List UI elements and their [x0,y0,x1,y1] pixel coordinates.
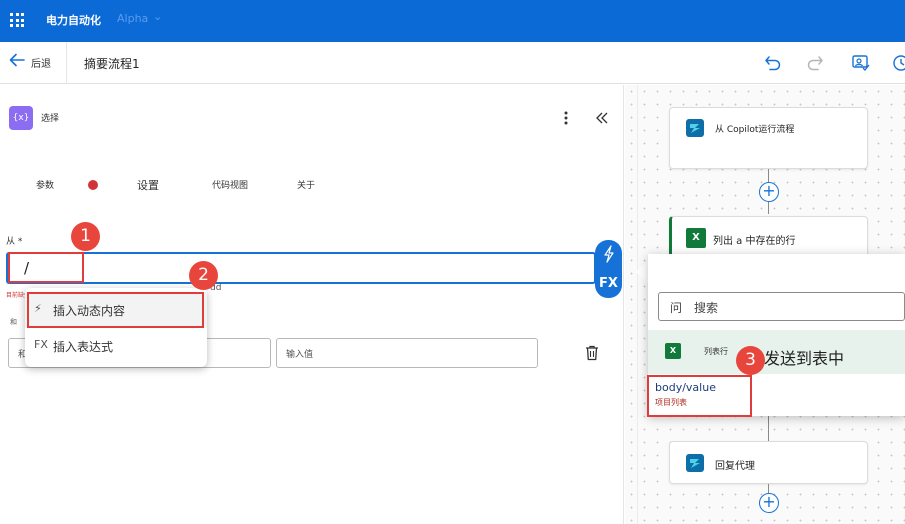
app-title: 电力自动化 [46,14,101,27]
group-label: 列表行 [704,347,728,356]
tab-parameters[interactable]: 参数 [36,178,54,191]
tab-code-view[interactable]: 代码视图 [212,178,248,191]
from-input[interactable]: / [6,252,596,284]
menu-item-insert-expression[interactable]: FX 插入表达式 [25,328,207,364]
dynamic-content-group-header[interactable]: X 列表行 发送到表中 [648,330,905,374]
connector-line [768,416,769,441]
back-arrow-icon[interactable] [8,51,26,69]
error-dot-icon [88,180,98,190]
tab-settings[interactable]: 设置 [137,177,159,193]
copilot-icon [686,454,704,472]
group-title: 发送到表中 [764,349,845,368]
condition-value-input[interactable]: 输入值 [276,338,538,368]
callout-badge-3: 3 [736,346,765,375]
flow-checker-icon[interactable] [851,53,871,73]
add-step-icon[interactable]: + [759,182,779,202]
callout-badge-2: 2 [189,261,218,290]
fx-icon: FX [34,338,48,351]
dynamic-content-search-input[interactable]: 问 搜索 [658,292,905,321]
callout-highlight-1 [8,252,84,283]
callout-highlight-2 [27,292,204,328]
command-bar: 后退 摘要流程1 [0,42,905,84]
flow-name[interactable]: 摘要流程1 [84,55,140,72]
connector-line [768,202,769,214]
action-title[interactable]: 选择 [41,111,59,124]
excel-icon: X [665,343,681,359]
menu-item-label: 插入表达式 [53,340,114,354]
divider [66,42,67,84]
copilot-icon [686,119,704,137]
dynamic-content-button[interactable] [602,245,616,263]
select-action-icon: {x} [9,106,33,130]
condition-label: 和 [10,318,17,326]
undo-icon[interactable] [763,53,783,73]
insert-rail: FX [595,240,622,298]
card-title: 列出 a 中存在的行 [713,236,796,247]
chevron-down-icon[interactable]: ⌄ [153,10,162,23]
search-placeholder: 搜索 [694,301,719,315]
trigger-card[interactable]: 从 Copilot运行流程 [669,107,868,169]
excel-icon: X [686,228,706,248]
callout-highlight-3 [647,375,752,417]
condition-value-placeholder: 输入值 [286,350,314,360]
divider [637,85,638,524]
delete-row-icon[interactable] [583,344,601,362]
add-step-icon[interactable]: + [759,493,779,513]
more-options-icon[interactable] [559,109,573,127]
top-app-bar: 电力自动化 Alpha ⌄ [0,0,905,42]
version-history-icon[interactable] [890,53,905,73]
from-field-label: 从 * [6,237,23,247]
card-title: 从 Copilot运行流程 [715,125,795,135]
card-title: 回复代理 [715,461,755,472]
app-launcher-icon[interactable] [10,13,24,27]
respond-card[interactable]: 回复代理 [669,441,868,484]
callout-badge-1: 1 [71,222,100,251]
expression-button[interactable]: FX [599,276,618,291]
tab-about[interactable]: 关于 [297,178,315,191]
back-button[interactable]: 后退 [31,55,51,70]
collapse-panel-icon[interactable] [594,109,610,127]
environment-selector[interactable]: Alpha [117,12,148,25]
redo-icon[interactable] [805,53,825,73]
search-icon: 问 [670,301,683,315]
